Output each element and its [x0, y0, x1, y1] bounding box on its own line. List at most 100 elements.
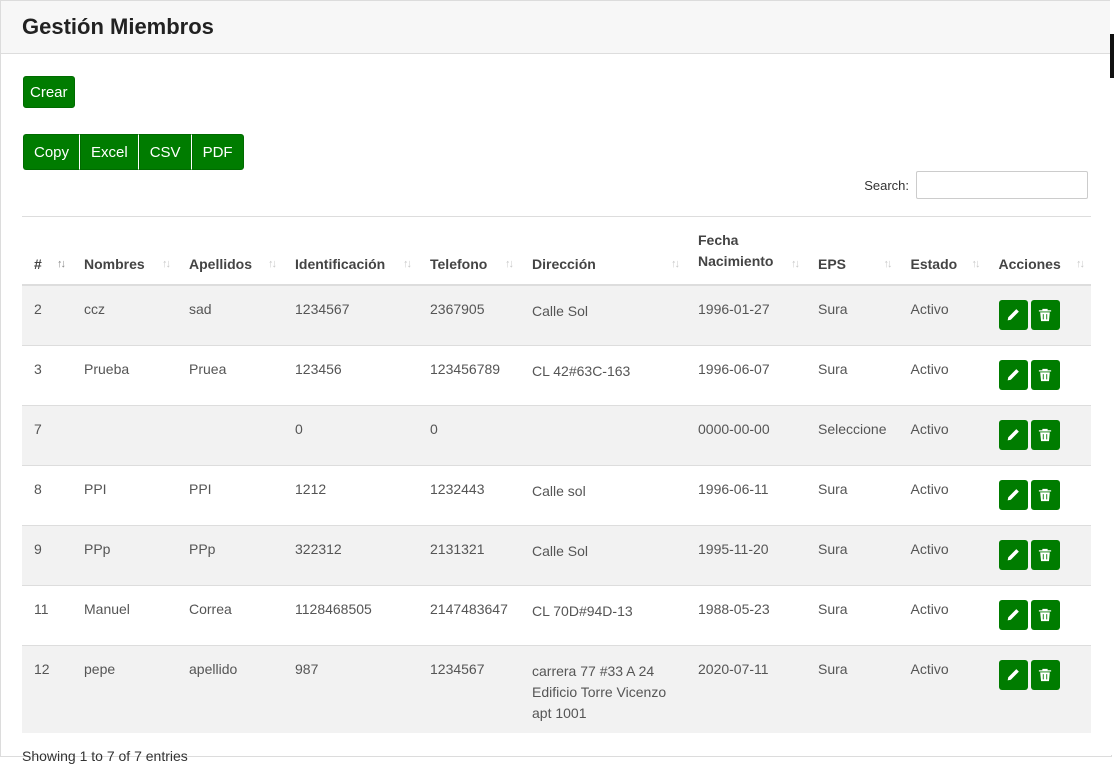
table-row: 3 Prueba Pruea 123456 123456789 CL 42#63C-163… [22, 345, 1091, 406]
col-acciones-header[interactable]: Acciones ↑↓ [986, 219, 1091, 286]
col-id-header[interactable]: # ↑↓ [22, 219, 72, 286]
csv-button[interactable]: CSV [138, 134, 192, 170]
sort-icon: ↑↓ [403, 258, 412, 270]
sort-icon: ↑↓ [671, 258, 680, 270]
edit-button[interactable] [998, 300, 1028, 330]
edit-button[interactable] [998, 600, 1028, 630]
col-identificacion-header[interactable]: Identificación ↑↓ [283, 219, 418, 286]
sort-icon: ↑↓ [971, 258, 981, 270]
table-cell: PPI [72, 465, 177, 526]
table-cell: 1232443 [418, 465, 520, 526]
table-cell: 1128468505 [283, 585, 418, 646]
table-cell: PPp [72, 525, 177, 586]
actions-cell [986, 465, 1091, 526]
table-cell: sad [177, 284, 283, 346]
pencil-icon [1006, 308, 1020, 322]
trash-icon [1038, 428, 1052, 442]
table-cell: Pruea [177, 345, 283, 406]
table-cell: 1212 [283, 465, 418, 526]
crear-button[interactable]: Crear [23, 76, 75, 108]
delete-button[interactable] [1030, 540, 1060, 570]
table-cell: 0 [418, 405, 520, 466]
table-cell: Activo [898, 585, 987, 646]
pdf-button[interactable]: PDF [191, 134, 244, 170]
table-info: Showing 1 to 7 of 7 entries [22, 748, 188, 764]
table-cell: Activo [898, 465, 987, 526]
table-cell [520, 405, 686, 466]
table-cell: 1996-06-07 [686, 345, 806, 406]
table-cell: 2020-07-11 [686, 645, 806, 733]
members-table: # ↑↓ Nombres ↑↓ Apellidos ↑↓ Identificación… [22, 219, 1091, 733]
edit-button[interactable] [998, 420, 1028, 450]
table-cell: 987 [283, 645, 418, 733]
table-cell: Activo [898, 284, 987, 346]
table-cell: 0 [283, 405, 418, 466]
scrollbar-thumb[interactable] [1110, 34, 1114, 78]
sort-icon: ↑↓ [505, 258, 514, 270]
pencil-icon [1006, 608, 1020, 622]
table-cell: Correa [177, 585, 283, 646]
actions-cell [986, 284, 1091, 346]
table-cell: Activo [898, 645, 987, 733]
table-row: 11 Manuel Correa 1128468505 2147483647 CL 70D… [22, 585, 1091, 646]
col-apellidos-header[interactable]: Apellidos ↑↓ [177, 219, 283, 286]
delete-button[interactable] [1030, 300, 1060, 330]
page-title: Gestión Miembros [22, 14, 214, 39]
pencil-icon [1006, 668, 1020, 682]
table-cell: Manuel [72, 585, 177, 646]
table-cell [72, 405, 177, 466]
col-telefono-header[interactable]: Telefono ↑↓ [418, 219, 520, 286]
edit-button[interactable] [998, 660, 1028, 690]
table-cell: 1996-01-27 [686, 284, 806, 346]
col-nombres-header[interactable]: Nombres ↑↓ [72, 219, 177, 286]
table-cell: CL 42#63C-163 [520, 345, 686, 406]
table-header-row: # ↑↓ Nombres ↑↓ Apellidos ↑↓ Identificación… [22, 219, 1091, 286]
table-cell: CL 70D#94D-13 [520, 585, 686, 646]
pencil-icon [1006, 428, 1020, 442]
table-cell: 1234567 [283, 284, 418, 346]
table-cell: 2131321 [418, 525, 520, 586]
col-fecha-header[interactable]: Fecha Nacimiento ↑↓ [686, 219, 806, 286]
table-cell: 1234567 [418, 645, 520, 733]
sort-icon: ↑↓ [883, 258, 893, 270]
delete-button[interactable] [1030, 360, 1060, 390]
table-cell: 1996-06-11 [686, 465, 806, 526]
pencil-icon [1006, 368, 1020, 382]
trash-icon [1038, 308, 1052, 322]
trash-icon [1038, 548, 1052, 562]
delete-button[interactable] [1030, 420, 1060, 450]
table-cell: Calle Sol [520, 525, 686, 586]
pencil-icon [1006, 488, 1020, 502]
table-cell: Sura [806, 345, 899, 406]
trash-icon [1038, 368, 1052, 382]
table-cell: Activo [898, 345, 987, 406]
edit-button[interactable] [998, 360, 1028, 390]
edit-button[interactable] [998, 540, 1028, 570]
search-input[interactable] [916, 171, 1088, 199]
table-cell: PPp [177, 525, 283, 586]
delete-button[interactable] [1030, 660, 1060, 690]
table-cell: 12 [22, 645, 72, 733]
table-cell: carrera 77 #33 A 24 Edificio Torre Vicen… [520, 645, 686, 733]
scrollbar-edge [1110, 0, 1114, 755]
copy-button[interactable]: Copy [23, 134, 81, 170]
table-cell: 2 [22, 284, 72, 346]
excel-button[interactable]: Excel [80, 134, 139, 170]
table-cell: Seleccione [806, 405, 899, 466]
table-cell: 1995-11-20 [686, 525, 806, 586]
table-cell: Prueba [72, 345, 177, 406]
edit-button[interactable] [998, 480, 1028, 510]
sort-icon: ↑↓ [791, 258, 800, 270]
table-row: 12 pepe apellido 987 1234567 carrera 77 #33 A… [22, 645, 1091, 733]
table-cell: 11 [22, 585, 72, 646]
panel-header: Gestión Miembros [1, 1, 1111, 54]
table-cell: Sura [806, 284, 899, 346]
col-estado-header[interactable]: Estado ↑↓ [898, 219, 987, 286]
table-row: 9 PPp PPp 322312 2131321 Calle Sol 1995-11-20 S… [22, 525, 1091, 586]
delete-button[interactable] [1030, 480, 1060, 510]
table-cell: 2147483647 [418, 585, 520, 646]
col-direccion-header[interactable]: Dirección ↑↓ [520, 219, 686, 286]
table-cell: 8 [22, 465, 72, 526]
delete-button[interactable] [1030, 600, 1060, 630]
col-eps-header[interactable]: EPS ↑↓ [806, 219, 899, 286]
